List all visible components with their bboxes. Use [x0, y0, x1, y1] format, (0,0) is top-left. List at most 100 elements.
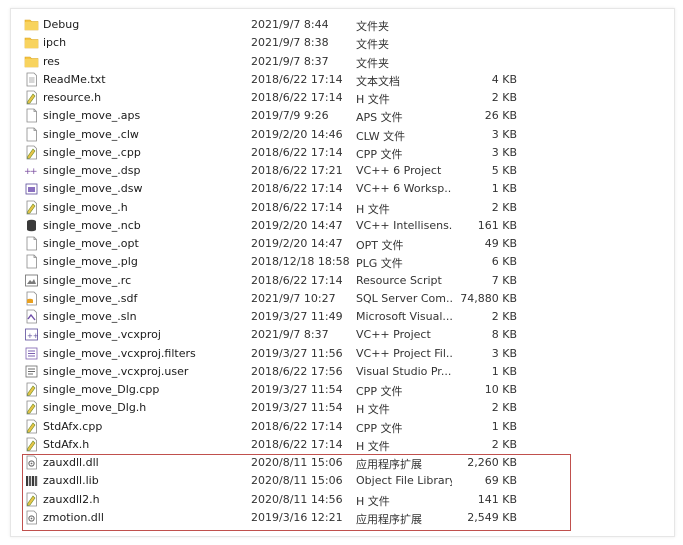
file-date: 2018/6/22 17:14: [251, 72, 343, 86]
file-row[interactable]: single_move_.ncb 2019/2/20 14:47 VC++ Inte…: [24, 217, 544, 235]
file-row[interactable]: StdAfx.cpp 2018/6/22 17:14 CPP 文件 1 KB: [24, 418, 544, 436]
file-size: 69 KB: [484, 474, 517, 488]
file-row[interactable]: single_move_.plg 2018/12/18 18:58 PLG 文件 6 …: [24, 253, 544, 271]
file-row[interactable]: zauxdll.lib 2020/8/11 15:06 Object File Li…: [24, 472, 544, 490]
file-name: single_move_.aps: [43, 109, 141, 123]
code-file-icon: [24, 437, 39, 452]
file-name: single_move_.opt: [43, 237, 139, 250]
file-name: zauxdll.dll: [43, 456, 99, 469]
file-type: H 文件: [356, 202, 390, 216]
file-size: 5 KB: [491, 164, 517, 177]
file-date: 2018/6/22 17:56: [251, 364, 343, 378]
file-date: 2018/6/22 17:14: [251, 273, 343, 287]
file-row[interactable]: single_move_.rc 2018/6/22 17:14 Resource S…: [24, 272, 544, 290]
file-type: VC++ Intellisens...: [356, 218, 452, 232]
file-name: single_move_Dlg.cpp: [43, 383, 160, 396]
user-file-icon: [24, 364, 39, 379]
file-name: single_move_.dsp: [43, 164, 141, 177]
file-name: resource.h: [43, 91, 102, 104]
file-date: 2019/2/20 14:47: [251, 237, 343, 250]
code-file-icon: [24, 419, 39, 434]
file-size: 2 KB: [491, 437, 517, 451]
file-date: 2019/2/20 14:46: [251, 127, 343, 141]
file-row[interactable]: single_move_.opt 2019/2/20 14:47 OPT 文件 49 …: [24, 235, 544, 253]
text-file-icon: [24, 72, 39, 87]
folder-icon: [24, 35, 39, 50]
file-name: single_move_.ncb: [43, 218, 141, 232]
file-type: PLG 文件: [356, 257, 403, 271]
file-name: res: [43, 54, 60, 68]
file-type: CPP 文件: [356, 147, 403, 161]
file-row[interactable]: single_move_.vcxproj.user 2018/6/22 17:56…: [24, 363, 544, 381]
file-name: single_move_.plg: [43, 255, 138, 269]
file-row[interactable]: single_move_.vcxproj.filters 2019/3/27 11…: [24, 345, 544, 363]
file-row[interactable]: single_move_.aps 2019/7/9 9:26 APS 文件 26 KB: [24, 107, 544, 125]
file-row[interactable]: ipch 2021/9/7 8:38 文件夹: [24, 34, 544, 52]
resource-script-icon: [24, 273, 39, 288]
file-type: H 文件: [356, 93, 390, 106]
file-row[interactable]: zauxdll.dll 2020/8/11 15:06 应用程序扩展 2,260 KB: [24, 454, 544, 472]
file-row[interactable]: single_move_Dlg.cpp 2019/3/27 11:54 CPP 文件…: [24, 381, 544, 399]
file-row[interactable]: single_move_.cpp 2018/6/22 17:14 CPP 文件 3 K…: [24, 144, 544, 162]
file-type: 文件夹: [356, 56, 389, 70]
file-row[interactable]: Debug 2021/9/7 8:44 文件夹: [24, 16, 544, 34]
file-size: 1 KB: [491, 364, 517, 378]
file-size: 7 KB: [491, 273, 517, 287]
file-date: 2018/6/22 17:21: [251, 164, 343, 177]
solution-file-icon: [24, 309, 39, 324]
file-name: ReadMe.txt: [43, 72, 106, 86]
folder-icon: [24, 17, 39, 32]
file-date: 2018/6/22 17:14: [251, 200, 343, 214]
file-name: single_move_.sln: [43, 310, 137, 323]
file-name: Debug: [43, 18, 80, 31]
file-row[interactable]: single_move_.dsw 2018/6/22 17:14 VC++ 6 Wo…: [24, 180, 544, 198]
file-row[interactable]: single_move_.clw 2019/2/20 14:46 CLW 文件 3 K…: [24, 126, 544, 144]
file-date: 2018/6/22 17:14: [251, 145, 343, 159]
file-date: 2021/9/7 10:27: [251, 291, 336, 305]
file-size: 161 KB: [477, 218, 517, 232]
file-row[interactable]: single_move_Dlg.h 2019/3/27 11:54 H 文件 2 KB: [24, 399, 544, 417]
file-size: 2,260 KB: [467, 456, 517, 469]
file-size: 2,549 KB: [467, 510, 517, 524]
file-type: 应用程序扩展: [356, 458, 422, 471]
file-row[interactable]: single_move_.sdf 2021/9/7 10:27 SQL Server…: [24, 290, 544, 308]
file-size: 26 KB: [484, 109, 517, 123]
file-name: single_move_.vcxproj: [43, 328, 161, 342]
code-file-icon: [24, 492, 39, 507]
file-size: 2 KB: [491, 200, 517, 214]
file-row[interactable]: single_move_.sln 2019/3/27 11:49 Microsoft…: [24, 308, 544, 326]
file-type: 文件夹: [356, 38, 389, 52]
file-row[interactable]: single_move_.h 2018/6/22 17:14 H 文件 2 KB: [24, 199, 544, 217]
file-type: OPT 文件: [356, 239, 404, 252]
svg-text:++: ++: [27, 332, 39, 340]
file-size: 74,880 KB: [460, 291, 517, 305]
file-type: Visual Studio Pr...: [356, 364, 452, 378]
dll-file-icon: [24, 455, 39, 470]
file-size: 49 KB: [484, 237, 517, 250]
file-type: Microsoft Visual...: [356, 310, 452, 323]
file-type: 文件夹: [356, 20, 389, 33]
file-type: Resource Script: [356, 273, 442, 287]
file-type: VC++ 6 Worksp...: [356, 182, 452, 196]
lib-file-icon: [24, 473, 39, 488]
file-type: APS 文件: [356, 111, 403, 125]
file-name: single_move_.h: [43, 200, 128, 214]
file-size: 3 KB: [491, 346, 517, 360]
file-row[interactable]: StdAfx.h 2018/6/22 17:14 H 文件 2 KB: [24, 436, 544, 454]
file-row[interactable]: + + single_move_.dsp 2018/6/22 17:21 VC++ 6 …: [24, 162, 544, 180]
code-file-icon: [24, 90, 39, 105]
file-row[interactable]: ReadMe.txt 2018/6/22 17:14 文本文档 4 KB: [24, 71, 544, 89]
database-icon: [24, 218, 39, 233]
file-name: single_move_.vcxproj.filters: [43, 346, 196, 360]
file-date: 2021/9/7 8:44: [251, 18, 329, 31]
file-row[interactable]: zauxdll2.h 2020/8/11 14:56 H 文件 141 KB: [24, 491, 544, 509]
file-type: CPP 文件: [356, 421, 403, 435]
file-row[interactable]: res 2021/9/7 8:37 文件夹: [24, 53, 544, 71]
file-size: 4 KB: [491, 72, 517, 86]
file-name: single_move_Dlg.h: [43, 401, 147, 415]
file-date: 2020/8/11 14:56: [251, 492, 343, 506]
code-file-icon: [24, 145, 39, 160]
file-row[interactable]: zmotion.dll 2019/3/16 12:21 应用程序扩展 2,549 KB: [24, 509, 544, 527]
file-row[interactable]: resource.h 2018/6/22 17:14 H 文件 2 KB: [24, 89, 544, 107]
file-row[interactable]: ++ single_move_.vcxproj 2021/9/7 8:37 VC++ …: [24, 326, 544, 344]
